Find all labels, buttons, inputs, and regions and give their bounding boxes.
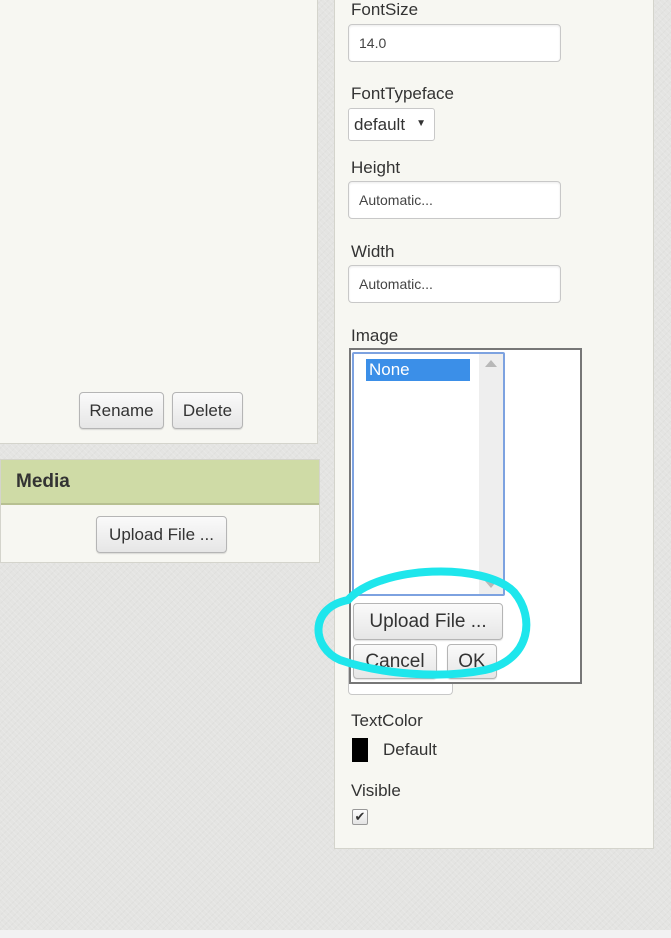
image-cancel-button[interactable]: Cancel — [353, 644, 437, 679]
visible-checkbox[interactable]: ✔ — [352, 809, 368, 825]
fontsize-label: FontSize — [351, 0, 419, 19]
image-list-scrollbar[interactable] — [479, 354, 503, 594]
media-panel: Media Upload File ... — [0, 459, 320, 563]
width-label: Width — [351, 242, 395, 261]
width-input[interactable]: Automatic... — [348, 265, 561, 303]
fontsize-input[interactable]: 14.0 — [348, 24, 561, 62]
delete-button[interactable]: Delete — [172, 392, 243, 429]
media-upload-file-button[interactable]: Upload File ... — [96, 516, 227, 553]
fonttypeface-select[interactable]: default ▼ — [348, 108, 435, 141]
textcolor-swatch[interactable] — [352, 738, 368, 762]
scroll-up-arrow-icon[interactable] — [485, 360, 497, 367]
image-label: Image — [351, 326, 399, 345]
image-upload-file-button[interactable]: Upload File ... — [353, 603, 503, 640]
fonttypeface-label: FontTypeface — [351, 84, 455, 103]
components-panel: Rename Delete — [0, 0, 318, 444]
fonttypeface-selected-value: default — [354, 114, 406, 134]
image-list[interactable]: None — [352, 352, 505, 596]
dropdown-arrow-icon: ▼ — [416, 118, 426, 129]
bottom-strip — [0, 930, 671, 938]
textcolor-value[interactable]: Default — [383, 740, 437, 760]
media-title: Media — [16, 470, 70, 492]
image-ok-button[interactable]: OK — [447, 644, 497, 679]
image-chooser-popup: None Upload File ... Cancel OK — [349, 348, 582, 684]
rename-button[interactable]: Rename — [79, 392, 164, 429]
height-input[interactable]: Automatic... — [348, 181, 561, 219]
image-list-item-none[interactable]: None — [366, 359, 470, 381]
height-label: Height — [351, 158, 401, 177]
textcolor-label: TextColor — [351, 711, 423, 730]
visible-label: Visible — [351, 781, 401, 800]
scroll-down-arrow-icon[interactable] — [485, 581, 497, 588]
media-header: Media — [1, 460, 319, 505]
properties-panel: FontSize 14.0 FontTypeface default ▼ Hei… — [334, 0, 654, 849]
